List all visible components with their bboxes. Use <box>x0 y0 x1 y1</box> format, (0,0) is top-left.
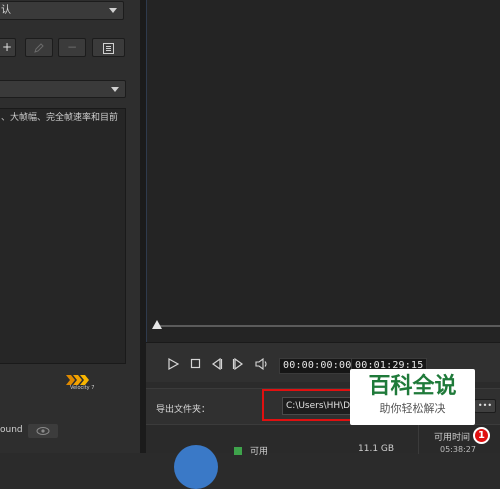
format-dropdown[interactable] <box>0 80 126 98</box>
play-icon <box>167 357 179 371</box>
available-time-label: 可用时间 <box>434 433 471 443</box>
sound-toggle[interactable] <box>28 424 58 438</box>
step-forward-icon <box>232 357 243 371</box>
disk-info-bar: 可用 11.1 GB 可用时间 05:38:27 <box>146 424 500 489</box>
preset-list-button[interactable] <box>92 38 125 57</box>
previous-frame-button[interactable] <box>208 357 224 373</box>
more-icon: ••• <box>477 401 493 410</box>
disk-usage-pie <box>174 445 218 489</box>
watermark-logo: 百科全说 助你轻松解决 <box>350 369 475 425</box>
left-panel: 认 + − 、大帧幅、完全帧速率和目前 Velocity 7 ound <box>0 0 140 453</box>
plus-icon: + <box>1 40 13 54</box>
play-button[interactable] <box>166 357 180 373</box>
velocity-logo-text: Velocity 7 <box>70 385 95 391</box>
disk-available-swatch <box>234 447 242 455</box>
minus-icon: − <box>66 40 78 54</box>
playhead-handle[interactable] <box>152 320 162 329</box>
step-back-icon <box>211 357 222 371</box>
edit-preset-button[interactable] <box>25 38 53 57</box>
watermark-subtitle: 助你轻松解决 <box>379 402 446 415</box>
list-icon <box>103 43 114 54</box>
preset-description-text: 、大帧幅、完全帧速率和目前 <box>1 113 119 123</box>
step-number: 1 <box>478 430 485 441</box>
preset-description: 、大帧幅、完全帧速率和目前 <box>0 108 126 364</box>
add-preset-button[interactable]: + <box>0 38 16 57</box>
timeline-scrubber[interactable] <box>156 325 500 327</box>
bottom-divider <box>418 425 419 454</box>
speaker-icon <box>255 357 267 371</box>
preset-dropdown[interactable]: 认 <box>0 1 124 20</box>
next-frame-button[interactable] <box>230 357 246 373</box>
chevron-down-icon <box>111 87 119 92</box>
stop-button[interactable] <box>188 358 202 373</box>
pencil-icon <box>34 43 44 53</box>
step-number-badge: 1 <box>473 427 490 444</box>
video-preview <box>146 0 500 342</box>
stop-icon <box>190 358 200 369</box>
volume-button[interactable] <box>254 357 270 373</box>
eye-icon <box>36 427 50 435</box>
current-timecode: 00:00:00:00 <box>279 358 356 374</box>
disk-available-label: 可用 <box>250 447 269 457</box>
sound-label: ound <box>0 425 23 435</box>
chevron-down-icon <box>109 8 117 13</box>
watermark-title: 百科全说 <box>368 374 457 399</box>
browse-folder-button[interactable]: ••• <box>474 399 496 413</box>
highlight-box <box>262 389 362 421</box>
remove-preset-button[interactable]: − <box>58 38 86 57</box>
preset-dropdown-value: 认 <box>1 5 11 16</box>
output-folder-label: 导出文件夹： <box>156 405 211 415</box>
velocity-logo: Velocity 7 <box>66 374 100 392</box>
